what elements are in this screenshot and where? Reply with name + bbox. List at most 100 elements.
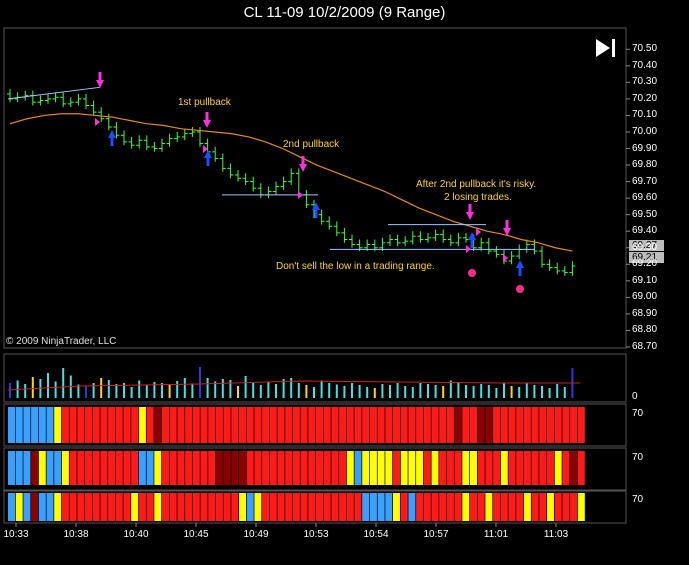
chart-canvas[interactable] <box>0 0 689 565</box>
indicator-cell <box>416 451 424 485</box>
indicator-cell <box>192 493 200 521</box>
indicator-cell <box>362 407 370 443</box>
indicator-cell <box>277 451 285 485</box>
indicator-cell <box>185 451 193 485</box>
indicator-cell <box>115 493 123 521</box>
time-tick-label: 10:57 <box>423 529 449 540</box>
buy-arrow-icon <box>108 130 116 138</box>
annotation-first-pullback: 1st pullback <box>178 97 231 108</box>
indicator-cell <box>262 407 270 443</box>
indicator-cell <box>69 407 77 443</box>
indicator-cell <box>516 493 524 521</box>
indicator-cell <box>146 407 154 443</box>
sell-arrow-icon <box>299 164 307 172</box>
indicator-cell <box>231 493 239 521</box>
time-tick-label: 10:53 <box>303 529 329 540</box>
indicator-cell <box>154 407 162 443</box>
indicator-cell <box>223 493 231 521</box>
indicator-cell <box>323 451 331 485</box>
indicator-cell <box>446 493 454 521</box>
indicator-cell <box>38 451 46 485</box>
indicator-cell <box>547 451 554 485</box>
indicator-cell <box>69 451 77 485</box>
skip-to-end-icon[interactable] <box>594 38 618 58</box>
indicator-cell <box>146 451 154 485</box>
indicator-cell <box>23 407 31 443</box>
indicator-cell <box>454 407 462 443</box>
indicator-cell <box>292 407 300 443</box>
indicator-cell <box>485 451 493 485</box>
buy-arrow-icon <box>312 202 320 210</box>
indicator-cell <box>61 407 69 443</box>
price-tick-label: 69.40 <box>632 225 658 237</box>
price-tick-label: 68.90 <box>632 307 658 319</box>
indicator-cell <box>331 451 339 485</box>
indicator-cell <box>362 493 370 521</box>
indicator-cell <box>431 451 439 485</box>
time-tick-label: 10:54 <box>363 529 389 540</box>
annotation-dont-sell: Don't sell the low in a trading range. <box>276 261 435 272</box>
indicator-cell <box>92 451 100 485</box>
indicator-cell <box>423 451 431 485</box>
indicator-cell <box>292 451 300 485</box>
indicator-cell <box>369 493 377 521</box>
indicator-cell <box>470 407 477 443</box>
indicator-cell <box>493 407 501 443</box>
price-tick-label: 69.00 <box>632 291 658 303</box>
indicator-cell <box>162 407 169 443</box>
price-tick-label: 69.20 <box>632 258 658 270</box>
indicator-cell <box>239 451 246 485</box>
indicator-cell <box>362 451 370 485</box>
indicator-cell <box>123 407 131 443</box>
price-tick-label: 69.30 <box>632 241 658 253</box>
indicator-cell <box>554 451 562 485</box>
indicator-cell <box>462 407 470 443</box>
indicator-cell <box>92 407 100 443</box>
indicator-cell <box>131 451 139 485</box>
indicator-cell <box>85 493 92 521</box>
indicator-cell <box>377 493 385 521</box>
indicator-cell <box>77 493 85 521</box>
indicator-cell <box>323 493 331 521</box>
price-tick-label: 69.10 <box>632 274 658 286</box>
buy-arrow-shaft <box>470 240 474 248</box>
indicator-cell <box>377 407 385 443</box>
indicator-cell <box>439 493 447 521</box>
price-tick-label: 69.60 <box>632 192 658 204</box>
sell-arrow-shaft <box>98 72 102 80</box>
indicator-cell <box>246 407 254 443</box>
indicator-cell <box>254 493 262 521</box>
indicator-cell <box>346 451 354 485</box>
price-tick-label: 68.70 <box>632 341 658 352</box>
sell-arrow-shaft <box>205 112 209 120</box>
indicator-cell <box>369 407 377 443</box>
indicator-cell <box>408 407 416 443</box>
indicator-cell <box>61 451 69 485</box>
indicator-cell <box>554 407 562 443</box>
indicator-cell <box>131 493 139 521</box>
indicator-cell <box>562 451 570 485</box>
indicator-cell <box>8 493 15 521</box>
indicator-cell <box>108 451 116 485</box>
indicator-cell <box>300 451 308 485</box>
indicator-cell <box>354 493 362 521</box>
indicator-cell <box>423 493 431 521</box>
indicator-cell <box>516 407 524 443</box>
indicator-cell <box>146 493 154 521</box>
indicator-cell <box>285 451 293 485</box>
indicator-cell <box>138 407 146 443</box>
price-tick-label: 70.30 <box>632 76 658 88</box>
indicator-cell <box>239 493 246 521</box>
indicator-cell <box>262 451 270 485</box>
indicator-cell <box>131 407 139 443</box>
indicator-cell <box>408 493 416 521</box>
indicator-cell <box>308 451 316 485</box>
indicator-cell <box>423 407 431 443</box>
indicator-cell <box>269 407 277 443</box>
indicator-cell <box>215 451 223 485</box>
indicator-cell <box>100 407 108 443</box>
indicator-cell <box>570 451 578 485</box>
indicator-cell <box>254 407 262 443</box>
indicator-cell <box>169 451 177 485</box>
indicator-cell <box>393 407 400 443</box>
